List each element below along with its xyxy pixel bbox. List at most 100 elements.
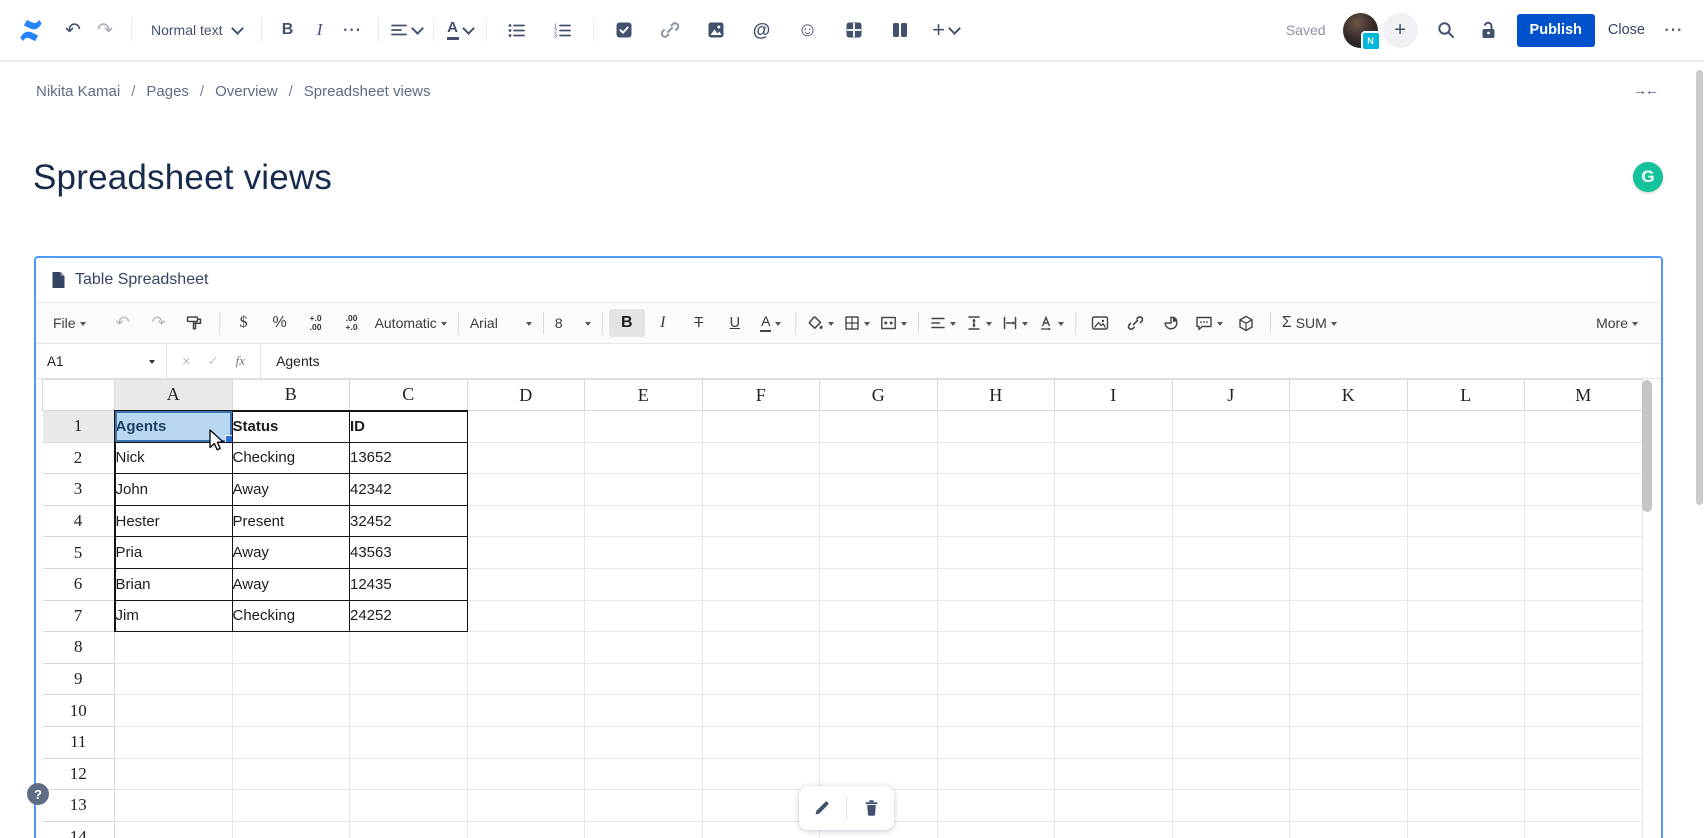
cell-F4[interactable] xyxy=(702,505,820,537)
cell-D7[interactable] xyxy=(467,600,585,632)
cancel-entry-icon[interactable]: × xyxy=(182,353,191,370)
cell-G11[interactable] xyxy=(820,726,938,758)
insert-chart-button[interactable] xyxy=(1154,309,1190,337)
cell-E10[interactable] xyxy=(585,695,703,727)
ss-more-dropdown[interactable]: More xyxy=(1591,309,1643,337)
formula-input[interactable]: Agents xyxy=(261,344,320,378)
cell-B6[interactable]: Away xyxy=(232,568,350,600)
cell-B1[interactable]: Status xyxy=(232,411,350,443)
percent-format-button[interactable]: % xyxy=(262,309,298,337)
cell-B2[interactable]: Checking xyxy=(232,442,350,474)
cell-M14[interactable] xyxy=(1525,821,1643,838)
row-header-7[interactable]: 7 xyxy=(43,600,115,632)
cell-C1[interactable]: ID xyxy=(350,411,468,443)
page-title[interactable]: Spreadsheet views xyxy=(33,158,332,198)
cell-L3[interactable] xyxy=(1407,474,1525,506)
cell-C2[interactable]: 13652 xyxy=(350,442,468,474)
cell-H8[interactable] xyxy=(937,632,1055,664)
row-header-5[interactable]: 5 xyxy=(43,537,115,569)
row-header-14[interactable]: 14 xyxy=(43,821,115,838)
cell-B8[interactable] xyxy=(232,632,350,664)
cell-G3[interactable] xyxy=(820,474,938,506)
function-icon[interactable]: fx xyxy=(236,353,245,369)
cell-B5[interactable]: Away xyxy=(232,537,350,569)
cell-J10[interactable] xyxy=(1172,695,1290,727)
breadcrumb-space[interactable]: Nikita Kamai xyxy=(36,83,120,100)
cell-F7[interactable] xyxy=(702,600,820,632)
cell-B3[interactable]: Away xyxy=(232,474,350,506)
cell-K9[interactable] xyxy=(1290,663,1408,695)
cell-H14[interactable] xyxy=(937,821,1055,838)
cell-C6[interactable]: 12435 xyxy=(350,568,468,600)
cell-F8[interactable] xyxy=(702,632,820,664)
cell-C11[interactable] xyxy=(350,726,468,758)
cell-H6[interactable] xyxy=(937,568,1055,600)
file-menu[interactable]: File xyxy=(48,309,91,337)
column-header-K[interactable]: K xyxy=(1290,380,1408,411)
cell-M13[interactable] xyxy=(1525,790,1643,822)
cell-A3[interactable]: John xyxy=(115,474,233,506)
collapse-width-button[interactable]: →← xyxy=(1633,82,1657,98)
permissions-button[interactable] xyxy=(1474,14,1504,46)
cell-A12[interactable] xyxy=(115,758,233,790)
more-formatting-button[interactable]: ⋯ xyxy=(337,14,367,46)
cell-C12[interactable] xyxy=(350,758,468,790)
cell-D11[interactable] xyxy=(467,726,585,758)
ss-strikethrough-button[interactable]: T xyxy=(681,309,717,337)
user-avatar[interactable]: N xyxy=(1343,13,1378,48)
cell-E13[interactable] xyxy=(585,790,703,822)
cell-C7[interactable]: 24252 xyxy=(350,600,468,632)
ss-undo-button[interactable]: ↶ xyxy=(105,309,141,337)
comment-dropdown[interactable] xyxy=(1190,309,1228,337)
insert-image-cell-button[interactable] xyxy=(1082,309,1118,337)
cell-G5[interactable] xyxy=(820,537,938,569)
cell-D1[interactable] xyxy=(467,411,585,443)
column-header-C[interactable]: C xyxy=(350,380,468,411)
cell-A10[interactable] xyxy=(115,695,233,727)
cell-M3[interactable] xyxy=(1525,474,1643,506)
cell-G6[interactable] xyxy=(820,568,938,600)
cell-G2[interactable] xyxy=(820,442,938,474)
cell-L5[interactable] xyxy=(1407,537,1525,569)
column-header-I[interactable]: I xyxy=(1055,380,1173,411)
text-wrap-dropdown[interactable] xyxy=(997,309,1033,337)
cell-I3[interactable] xyxy=(1055,474,1173,506)
row-header-6[interactable]: 6 xyxy=(43,568,115,600)
cell-B9[interactable] xyxy=(232,663,350,695)
cell-I2[interactable] xyxy=(1055,442,1173,474)
column-header-B[interactable]: B xyxy=(232,380,350,411)
bold-button[interactable]: B xyxy=(273,14,303,46)
cell-I10[interactable] xyxy=(1055,695,1173,727)
cell-D4[interactable] xyxy=(467,505,585,537)
cell-E5[interactable] xyxy=(585,537,703,569)
cell-M2[interactable] xyxy=(1525,442,1643,474)
cell-K7[interactable] xyxy=(1290,600,1408,632)
cell-E4[interactable] xyxy=(585,505,703,537)
cell-E7[interactable] xyxy=(585,600,703,632)
cell-B10[interactable] xyxy=(232,695,350,727)
cell-K3[interactable] xyxy=(1290,474,1408,506)
ss-underline-button[interactable]: U xyxy=(717,309,753,337)
cell-B12[interactable] xyxy=(232,758,350,790)
cell-E1[interactable] xyxy=(585,411,703,443)
cell-I11[interactable] xyxy=(1055,726,1173,758)
cell-D5[interactable] xyxy=(467,537,585,569)
cell-H12[interactable] xyxy=(937,758,1055,790)
cell-H7[interactable] xyxy=(937,600,1055,632)
cell-C13[interactable] xyxy=(350,790,468,822)
cell-G8[interactable] xyxy=(820,632,938,664)
ss-bold-button[interactable]: B xyxy=(609,309,645,337)
cell-M8[interactable] xyxy=(1525,632,1643,664)
cell-M1[interactable] xyxy=(1525,411,1643,443)
cell-K2[interactable] xyxy=(1290,442,1408,474)
fill-color-dropdown[interactable] xyxy=(802,309,839,337)
cell-B13[interactable] xyxy=(232,790,350,822)
column-header-M[interactable]: M xyxy=(1525,380,1643,411)
row-header-13[interactable]: 13 xyxy=(43,790,115,822)
cell-B4[interactable]: Present xyxy=(232,505,350,537)
cell-G7[interactable] xyxy=(820,600,938,632)
cell-G10[interactable] xyxy=(820,695,938,727)
cell-L4[interactable] xyxy=(1407,505,1525,537)
cell-K5[interactable] xyxy=(1290,537,1408,569)
row-header-8[interactable]: 8 xyxy=(43,632,115,664)
